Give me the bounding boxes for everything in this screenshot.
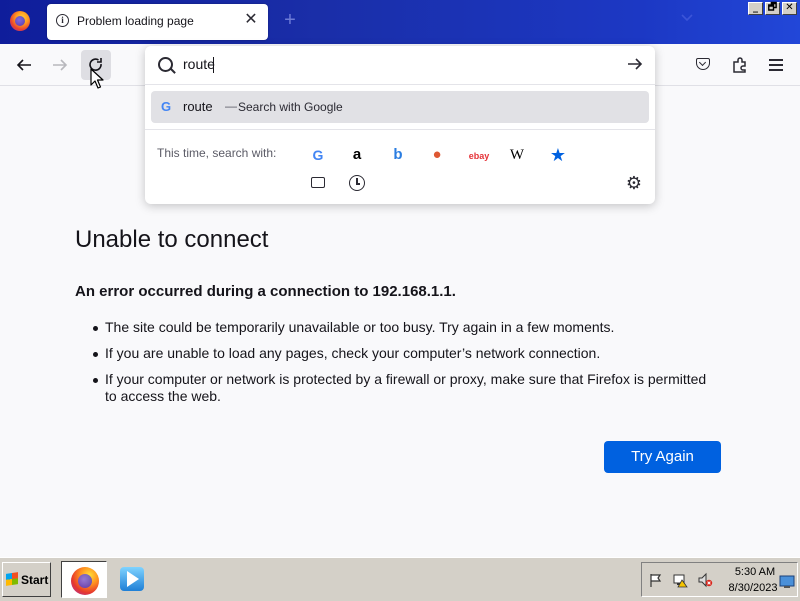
url-input[interactable]: [183, 54, 613, 74]
minimize-button[interactable]: _: [748, 2, 763, 15]
taskbar-firefox-button[interactable]: [61, 561, 107, 598]
suggestion-separator: —: [225, 99, 237, 113]
urlbar-panel: G route — Search with Google This time, …: [145, 46, 655, 204]
list-item: If your computer or network is protected…: [75, 371, 715, 405]
new-tab-button[interactable]: +: [280, 10, 300, 30]
extensions-button[interactable]: [725, 50, 755, 80]
amazon-icon: a: [352, 146, 362, 163]
info-icon: i: [56, 14, 69, 27]
start-label: Start: [21, 573, 49, 587]
bookmarks-search-button[interactable]: ★: [547, 144, 569, 166]
ebay-icon: ebay: [468, 151, 490, 161]
save-to-pocket-button[interactable]: [689, 50, 719, 80]
title-bar: i Problem loading page ✕ + _ 🗗 ✕: [0, 0, 800, 44]
go-arrow-button[interactable]: [625, 54, 645, 74]
network-icon[interactable]: [672, 572, 688, 588]
search-settings-button[interactable]: ⚙: [623, 172, 645, 194]
puzzle-icon: [733, 57, 746, 73]
volume-muted-icon[interactable]: [697, 572, 713, 588]
gear-icon: ⚙: [625, 173, 643, 193]
system-tray: 5:30 AM 8/30/2023: [641, 562, 798, 597]
tab-problem-loading[interactable]: i Problem loading page ✕: [47, 4, 268, 40]
taskbar-media-player-button[interactable]: [114, 561, 150, 598]
wikipedia-icon: W: [509, 147, 525, 163]
engine-duckduckgo-button[interactable]: ●: [426, 144, 448, 166]
taskbar: Start 5:30 AM 8/30/2023: [0, 557, 800, 601]
one-off-divider: [145, 129, 655, 130]
google-icon: G: [312, 147, 324, 163]
bing-icon: b: [393, 146, 403, 163]
forward-button[interactable]: [45, 50, 75, 80]
clock-time[interactable]: 5:30 AM: [726, 566, 784, 578]
google-icon: G: [160, 99, 172, 114]
error-short-description: An error occurred during a connection to…: [75, 283, 456, 300]
urlbar-divider: [145, 84, 655, 85]
error-title: Unable to connect: [75, 226, 269, 253]
history-search-button[interactable]: [346, 172, 368, 194]
error-suggestions-list: The site could be temporarily unavailabl…: [75, 319, 715, 414]
hamburger-menu-icon: [769, 59, 783, 71]
duckduckgo-icon: ●: [432, 146, 442, 163]
engine-ebay-button[interactable]: ebay: [467, 144, 491, 166]
list-all-tabs-icon[interactable]: [680, 12, 694, 26]
try-again-button[interactable]: Try Again: [604, 441, 721, 473]
clock-icon: [349, 175, 365, 191]
firefox-menu-icon[interactable]: [10, 11, 30, 31]
close-window-button[interactable]: ✕: [782, 2, 797, 15]
star-icon: ★: [549, 145, 567, 165]
close-tab-icon[interactable]: ✕: [242, 11, 260, 29]
search-icon: [158, 57, 173, 72]
restore-button[interactable]: 🗗: [765, 2, 780, 15]
start-button[interactable]: Start: [2, 562, 51, 597]
show-desktop-icon[interactable]: [779, 574, 795, 590]
windows-logo-icon: [6, 572, 18, 586]
engine-amazon-button[interactable]: a: [346, 144, 368, 166]
tabs-icon: [311, 177, 325, 188]
mouse-pointer-icon: [90, 68, 104, 89]
firefox-icon: [71, 567, 99, 595]
media-player-icon: [120, 567, 144, 591]
tab-title: Problem loading page: [77, 14, 194, 28]
pocket-icon: [696, 58, 710, 70]
back-button[interactable]: [9, 50, 39, 80]
list-item: The site could be temporarily unavailabl…: [75, 319, 715, 336]
one-off-label: This time, search with:: [157, 146, 277, 160]
engine-wikipedia-button[interactable]: W: [506, 144, 528, 166]
suggestion-term: route: [183, 99, 213, 114]
tabs-search-button[interactable]: [307, 172, 329, 194]
list-item: If you are unable to load any pages, che…: [75, 345, 715, 362]
app-menu-button[interactable]: [761, 50, 791, 80]
text-caret: [213, 57, 214, 73]
clock-date[interactable]: 8/30/2023: [722, 582, 784, 594]
suggestion-action: Search with Google: [238, 100, 343, 114]
search-suggestion-row[interactable]: G route — Search with Google: [151, 91, 649, 123]
engine-bing-button[interactable]: b: [387, 144, 409, 166]
engine-google-button[interactable]: G: [307, 144, 329, 166]
action-center-flag-icon[interactable]: [648, 572, 664, 588]
